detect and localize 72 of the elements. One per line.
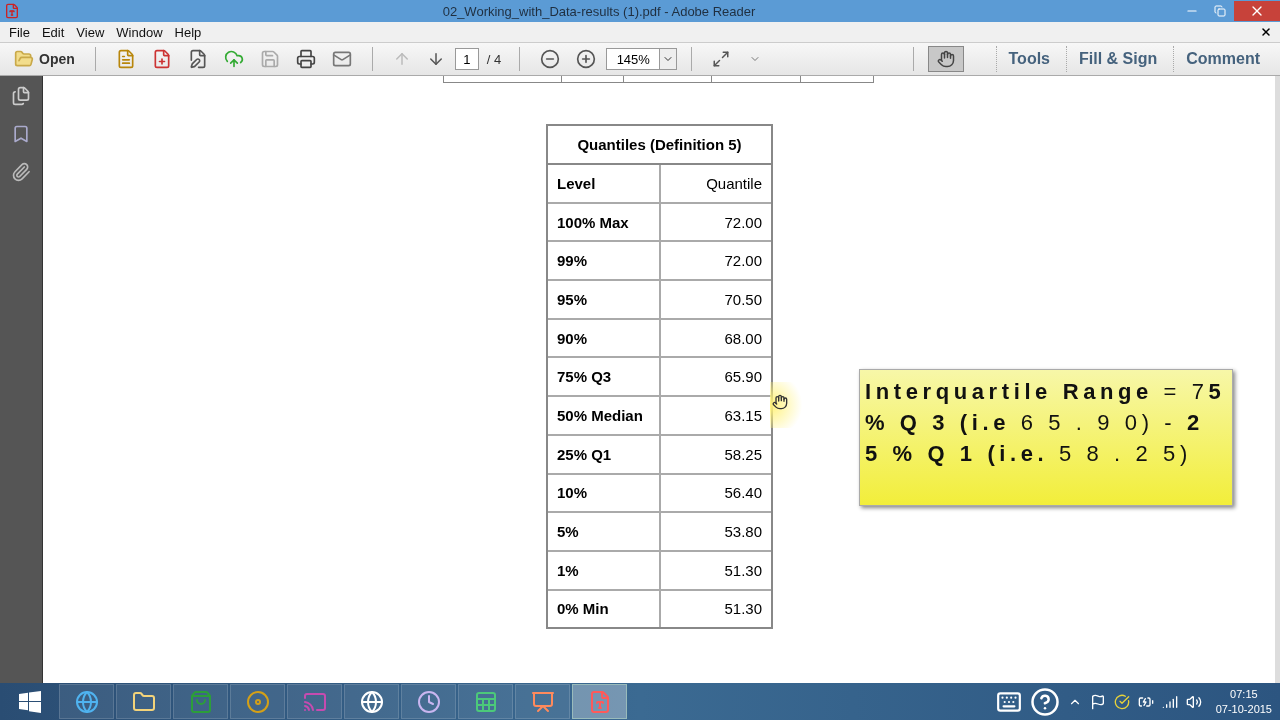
folder-icon	[131, 689, 156, 714]
signal-icon	[1161, 693, 1178, 710]
clock-date: 07-10-2015	[1215, 701, 1272, 717]
table-cell: 100% Max	[548, 203, 661, 241]
panel-tab[interactable]: Fill & Sign	[1066, 46, 1170, 72]
minus-circle-icon	[540, 49, 561, 69]
cloud-upload-icon	[223, 49, 244, 69]
table-cell-text: 70.50	[723, 289, 763, 310]
presentation-icon	[530, 689, 555, 714]
hand-icon	[936, 50, 955, 68]
table-cell-text: 56.40	[723, 483, 763, 504]
globe-icon	[74, 689, 99, 714]
menu-item[interactable]: Help	[168, 24, 208, 40]
table-cell: 99%	[548, 242, 661, 280]
paperclip-icon	[11, 162, 31, 182]
table-cell-text: 65.90	[723, 367, 763, 388]
table-cell-text: 53.80	[723, 522, 763, 543]
panel-tab[interactable]: Tools	[995, 46, 1062, 72]
zoom-field[interactable]: 145%	[606, 48, 660, 70]
table-cell-text: 51.30	[723, 599, 763, 620]
table-cell-text: 63.15	[723, 405, 763, 426]
column-header: Level	[548, 165, 661, 202]
table-cell-text: 72.00	[723, 251, 763, 272]
page-number-field[interactable]: 1	[454, 48, 479, 70]
menu-item[interactable]: Edit	[35, 24, 71, 40]
window-title: 02_Working_with_Data-results (1).pdf - Adobe Reader	[441, 3, 757, 19]
hand-cursor-icon	[772, 394, 788, 410]
print-icon	[295, 49, 316, 69]
table-cell: 10%	[548, 474, 661, 512]
table-title: Quantiles (Definition 5)	[548, 126, 771, 165]
check-icon	[1113, 693, 1130, 710]
globe-icon	[359, 689, 384, 714]
pages-icon	[11, 86, 31, 106]
close-icon	[1260, 26, 1272, 38]
bookmark-icon	[11, 124, 31, 144]
table-cell-text: 68.00	[723, 328, 763, 349]
column-header: Quantile	[705, 173, 763, 194]
table-cell: 75% Q3	[548, 358, 661, 396]
table-cell: 1%	[548, 551, 661, 589]
table-cell-text: 72.00	[723, 212, 763, 233]
mail-icon	[331, 49, 352, 69]
table-cell: 50% Median	[548, 397, 661, 434]
table-cell-text: 51.30	[723, 560, 763, 581]
menu-item[interactable]: View	[70, 24, 111, 40]
restore-icon	[1214, 5, 1226, 17]
windows-icon	[18, 690, 41, 713]
table-cell: 90%	[548, 319, 661, 357]
plus-circle-icon	[576, 49, 597, 69]
page-count: / 4	[485, 51, 503, 67]
panel-tab[interactable]: Comment	[1173, 46, 1272, 72]
table-cell: 5%	[548, 513, 661, 550]
help-icon	[1029, 686, 1060, 717]
table-cell: 0% Min	[548, 590, 661, 628]
menu-item[interactable]: Window	[110, 24, 169, 40]
table-cell: 95%	[548, 281, 661, 318]
open-button[interactable]: Open	[8, 46, 81, 72]
document-icon	[4, 3, 20, 19]
spreadsheet-icon	[473, 689, 498, 714]
flag-icon	[1089, 693, 1106, 710]
expand-icon	[712, 50, 731, 68]
menu-item[interactable]: File	[3, 24, 36, 40]
table-cell-text: 58.25	[723, 444, 763, 465]
folder-icon	[14, 49, 34, 69]
volume-icon	[1185, 693, 1202, 710]
shopping-bag-icon	[188, 689, 213, 714]
clock-icon	[416, 689, 441, 714]
table-cell: 25% Q1	[548, 435, 661, 473]
hand-tool-button[interactable]	[927, 46, 964, 72]
disc-icon	[245, 689, 270, 714]
zoom-dropdown-button[interactable]	[659, 48, 678, 70]
clock-time: 07:15	[1230, 686, 1258, 702]
save-icon	[259, 49, 280, 69]
